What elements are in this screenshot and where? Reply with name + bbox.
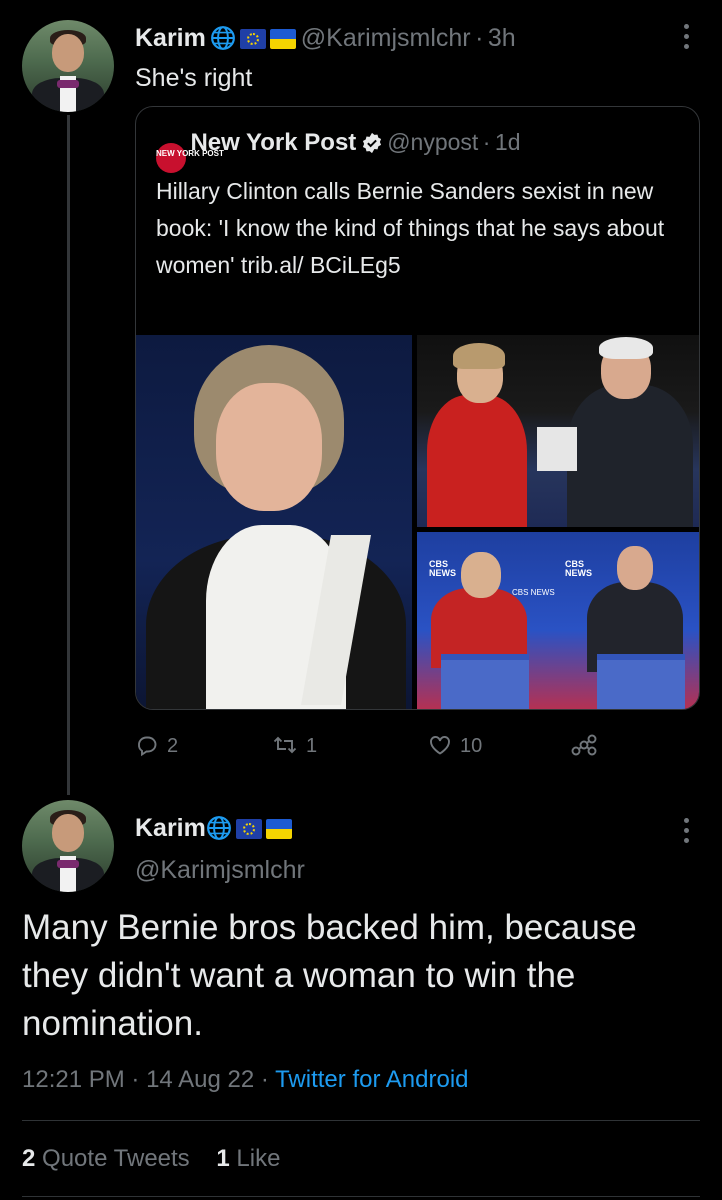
retweet-count: 1: [306, 735, 318, 757]
ukraine-flag-icon: [265, 819, 292, 839]
likes-link[interactable]: 1 Like: [216, 1145, 280, 1172]
main-tweet-text: Many Bernie bros backed him, because the…: [22, 908, 637, 1043]
author-name[interactable]: Karim: [135, 814, 206, 842]
like-count: 10: [460, 735, 483, 757]
avatar[interactable]: [22, 20, 114, 112]
like-icon: [430, 736, 450, 755]
share-icon: [571, 734, 597, 756]
author-handle[interactable]: @Karimjsmlchr: [135, 856, 305, 885]
separator: ·: [260, 1066, 269, 1093]
media-label: CBS NEWS: [512, 588, 555, 597]
nypost-logo: NEW YORK POST: [156, 143, 224, 173]
reply-tweet-text: She's right: [135, 64, 253, 92]
tweet-source-link[interactable]: Twitter for Android: [275, 1066, 468, 1093]
ukraine-flag-icon: [270, 29, 297, 49]
tweet-date[interactable]: 14 Aug 22: [146, 1066, 254, 1093]
thread-line: [67, 115, 70, 795]
quote-count: 2: [22, 1145, 36, 1172]
author-handle[interactable]: @Karimjsmlchr: [301, 24, 471, 52]
quoted-tweet-header: NEW YORK POST New York Post @nypost · 1d: [156, 129, 521, 173]
media-image-cbs-debate[interactable]: CBS NEWS CBS NEWS CBS NEWS: [417, 532, 699, 709]
separator: ·: [475, 24, 484, 52]
divider: [22, 1196, 700, 1197]
quote-label: Quote Tweets: [42, 1145, 190, 1172]
author-name[interactable]: Karim: [135, 24, 206, 52]
like-count: 1: [216, 1145, 230, 1172]
more-icon[interactable]: [683, 24, 691, 54]
verified-icon: [362, 132, 381, 154]
reply-action[interactable]: 2: [135, 733, 178, 763]
reply-count: 2: [167, 735, 179, 757]
media-label: CBS NEWS: [565, 559, 592, 578]
share-action[interactable]: [570, 733, 606, 763]
quoted-tweet-card[interactable]: NEW YORK POST New York Post @nypost · 1d…: [135, 106, 700, 710]
quoted-author-name[interactable]: New York Post: [190, 129, 356, 156]
globe-icon: [211, 26, 236, 50]
avatar[interactable]: [22, 800, 114, 892]
media-image-portrait[interactable]: [136, 335, 412, 709]
main-tweet-header: Karim: [135, 814, 292, 843]
separator: ·: [482, 129, 491, 155]
tweet-meta: 12:21 PM · 14 Aug 22 · Twitter for Andro…: [22, 1066, 469, 1094]
retweet-action[interactable]: 1: [272, 733, 317, 763]
globe-icon: [206, 816, 231, 840]
eu-flag-icon: [240, 29, 267, 49]
reply-tweet-header: Karim @Karimjsmlchr · 3h: [135, 24, 516, 53]
eu-flag-icon: [235, 819, 262, 839]
media-label: CBS NEWS: [429, 559, 456, 578]
like-label: Like: [236, 1145, 281, 1172]
timestamp[interactable]: 3h: [488, 24, 516, 52]
quoted-timestamp[interactable]: 1d: [495, 129, 521, 155]
more-icon[interactable]: [683, 818, 691, 848]
separator: ·: [131, 1066, 140, 1093]
divider: [22, 1120, 700, 1121]
tweet-stats: 2 Quote Tweets 1 Like: [22, 1145, 280, 1173]
quoted-tweet-text: Hillary Clinton calls Bernie Sanders sex…: [156, 178, 665, 278]
tweet-time[interactable]: 12:21 PM: [22, 1066, 125, 1093]
quote-tweets-link[interactable]: 2 Quote Tweets: [22, 1145, 190, 1172]
reply-icon: [138, 736, 157, 757]
media-image-debate-stage[interactable]: [417, 335, 699, 527]
retweet-icon: [273, 736, 297, 754]
quoted-handle[interactable]: @nypost: [387, 129, 478, 155]
like-action[interactable]: 10: [428, 733, 482, 763]
